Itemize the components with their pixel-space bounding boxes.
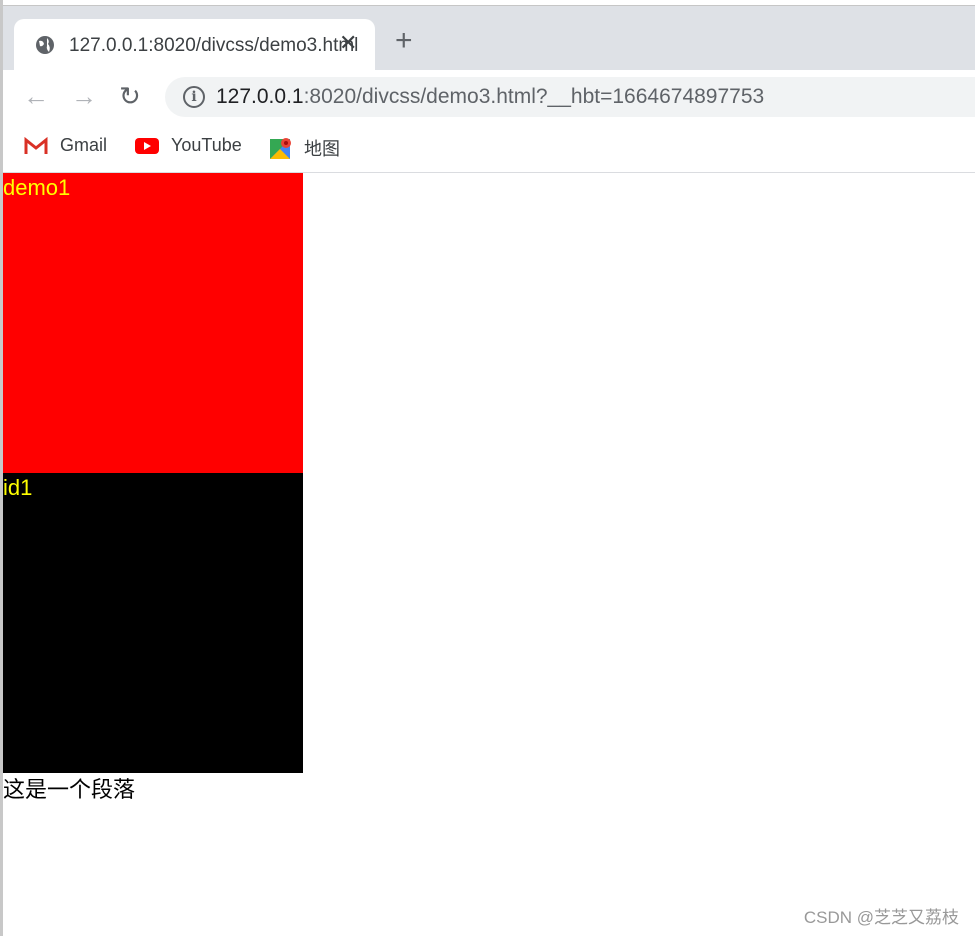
url-host: 127.0.0.1 [216, 85, 304, 108]
close-tab-icon[interactable]: ✕ [339, 30, 357, 56]
id1-box: id1 [3, 473, 303, 773]
address-bar[interactable]: i 127.0.0.1:8020/divcss/demo3.html?__hbt… [165, 77, 975, 117]
paragraph: 这是一个段落 [3, 777, 136, 802]
toolbar: ← → ↻ i 127.0.0.1:8020/divcss/demo3.html… [3, 70, 975, 122]
info-icon[interactable]: i [183, 86, 205, 108]
bookmark-gmail[interactable]: Gmail [24, 135, 107, 156]
tab-active[interactable]: 127.0.0.1:8020/divcss/demo3.html?__hbt=1… [14, 19, 375, 71]
new-tab-button[interactable]: + [395, 26, 413, 56]
bookmarks-bar: Gmail YouTube 地图 [3, 122, 975, 173]
bookmark-label: YouTube [171, 135, 242, 155]
url-text[interactable]: 127.0.0.1:8020/divcss/demo3.html?__hbt=1… [216, 85, 764, 109]
forward-button[interactable]: → [71, 81, 97, 111]
url-path: :8020/divcss/demo3.html?__hbt=1664674897… [303, 85, 765, 108]
demo1-box: demo1 [3, 173, 303, 473]
reload-button[interactable]: ↻ [119, 81, 141, 111]
globe-icon [36, 36, 54, 54]
bookmark-label: 地图 [304, 139, 340, 159]
tab-title: 127.0.0.1:8020/divcss/demo3.html?__hbt=1… [69, 35, 359, 56]
bookmark-maps[interactable]: 地图 [270, 135, 340, 161]
youtube-icon [135, 137, 159, 154]
maps-icon [270, 138, 291, 159]
watermark: CSDN @芝芝又荔枝 [803, 908, 959, 927]
tab-strip: 127.0.0.1:8020/divcss/demo3.html?__hbt=1… [3, 5, 975, 71]
gmail-icon [24, 136, 48, 154]
back-button[interactable]: ← [23, 81, 49, 111]
bookmark-label: Gmail [60, 135, 108, 155]
page-content: demo1 id1 这是一个段落 [3, 173, 975, 936]
bookmark-youtube[interactable]: YouTube [135, 135, 242, 156]
